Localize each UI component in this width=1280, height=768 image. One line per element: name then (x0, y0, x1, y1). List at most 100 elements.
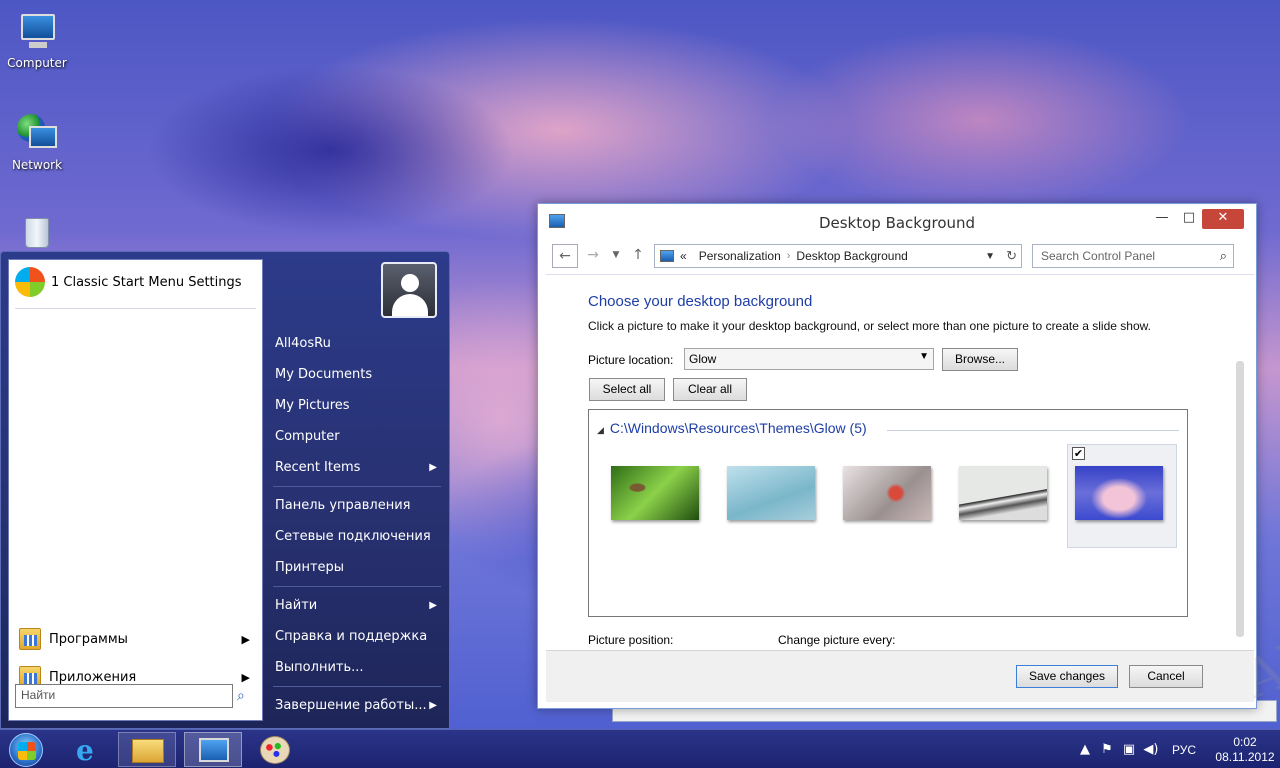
windows-logo-icon (18, 742, 36, 760)
address-dropdown-icon[interactable]: ▼ (985, 251, 995, 262)
desktop-icon-label: Network (11, 158, 63, 172)
divider (273, 686, 441, 687)
dialog-footer: Save changes Cancel (546, 650, 1254, 702)
menu-item-network-connections[interactable]: Сетевые подключения (269, 521, 445, 552)
refresh-icon[interactable]: ↻ (1006, 248, 1017, 264)
forward-button[interactable]: → (580, 244, 606, 268)
desktop-icon-network[interactable]: Network (6, 112, 68, 172)
clock-date: 08.11.2012 (1215, 749, 1275, 764)
menu-label: Выполнить... (275, 660, 364, 675)
breadcrumb-desktop-background[interactable]: Desktop Background (790, 249, 913, 263)
volume-icon[interactable]: ◀) (1140, 742, 1162, 757)
vertical-scrollbar[interactable] (1236, 361, 1244, 637)
recycle-bin-icon (15, 212, 59, 256)
group-header-path: C:\Windows\Resources\Themes\Glow (5) (609, 420, 867, 436)
menu-item-all4osru[interactable]: All4osRu (269, 328, 445, 359)
desktop-icon-label: Computer (7, 56, 67, 70)
page-description: Click a picture to make it your desktop … (588, 319, 1151, 333)
menu-label: Recent Items (275, 460, 361, 475)
search-placeholder: Search Control Panel (1041, 249, 1156, 263)
thumbnail-berries[interactable] (843, 466, 931, 520)
save-changes-button[interactable]: Save changes (1016, 665, 1118, 688)
shutdown-button[interactable]: Завершение работы... ▶ (269, 690, 445, 721)
back-button[interactable]: ← (552, 244, 578, 268)
menu-item-printers[interactable]: Принтеры (269, 552, 445, 583)
control-panel-small-icon (660, 250, 674, 262)
menu-item-computer[interactable]: Computer (269, 421, 445, 452)
action-center-flag-icon[interactable]: ⚑ (1096, 742, 1118, 757)
thumbnail-water-drops[interactable] (727, 466, 815, 520)
thumbnail-checkbox[interactable]: ✔ (1072, 447, 1085, 460)
menu-label: Панель управления (275, 498, 411, 513)
search-icon[interactable]: ⌕ (1220, 248, 1227, 264)
start-menu: 1 Classic Start Menu Settings Программы … (0, 251, 450, 729)
taskbar-file-explorer[interactable] (118, 732, 176, 767)
menu-item-recent-items[interactable]: Recent Items ▶ (269, 452, 445, 483)
start-button[interactable] (9, 733, 43, 767)
picture-gallery: ◢ C:\Windows\Resources\Themes\Glow (5) ✔ (588, 409, 1188, 617)
taskbar-internet-explorer[interactable]: e (60, 732, 118, 767)
network-icon (15, 112, 59, 156)
gallery-group-header[interactable]: ◢ C:\Windows\Resources\Themes\Glow (5) (597, 420, 867, 436)
picture-location-select[interactable]: Glow ▼ (684, 348, 934, 370)
menu-label: Справка и поддержка (275, 629, 428, 644)
close-button[interactable]: ✕ (1202, 209, 1244, 229)
programs-menu-item[interactable]: Программы ▶ (15, 624, 254, 654)
paint-palette-icon (260, 736, 290, 764)
search-icon[interactable]: ⌕ (237, 688, 245, 704)
page-title: Choose your desktop background (588, 293, 813, 310)
submenu-arrow-icon: ▶ (241, 632, 250, 646)
desktop-icon-computer[interactable]: Computer (6, 10, 68, 70)
desktop-background-window: Desktop Background — □ ✕ ← → ▼ ↑ « Perso… (537, 203, 1280, 711)
user-avatar[interactable] (381, 262, 437, 318)
menu-item-run[interactable]: Выполнить... (269, 652, 445, 683)
collapse-triangle-icon[interactable]: ◢ (597, 425, 604, 435)
divider (273, 486, 441, 487)
address-bar[interactable]: « Personalization › Desktop Background ▼… (654, 244, 1022, 268)
thumbnail-grasshopper[interactable] (611, 466, 699, 520)
picture-location-label: Picture location: (588, 353, 674, 367)
system-tray: ▲ ⚑ ▣ ◀) РУС 0:02 08.11.2012 (1074, 730, 1280, 768)
apps-label: Приложения (49, 669, 137, 685)
menu-label: My Pictures (275, 398, 350, 413)
picture-location-value: Glow (689, 352, 717, 366)
menu-item-search[interactable]: Найти ▶ (269, 590, 445, 621)
clear-all-button[interactable]: Clear all (673, 378, 747, 401)
network-status-icon[interactable]: ▣ (1118, 742, 1140, 757)
show-hidden-icons-icon[interactable]: ▲ (1074, 742, 1096, 757)
search-input[interactable]: Search Control Panel ⌕ (1032, 244, 1234, 268)
recent-locations-button[interactable]: ▼ (608, 244, 624, 268)
minimize-button[interactable]: — (1149, 209, 1175, 229)
menu-item-control-panel[interactable]: Панель управления (269, 490, 445, 521)
taskbar-paint[interactable] (246, 732, 304, 767)
title-bar[interactable]: Desktop Background — □ ✕ (538, 204, 1256, 240)
pinned-item-classic-start-settings[interactable]: 1 Classic Start Menu Settings (9, 260, 262, 304)
computer-icon (15, 10, 59, 54)
up-button[interactable]: ↑ (628, 244, 648, 268)
group-divider (887, 430, 1179, 431)
start-menu-left-pane: 1 Classic Start Menu Settings Программы … (8, 259, 263, 721)
menu-label: Computer (275, 429, 340, 444)
taskbar-control-panel[interactable] (184, 732, 242, 767)
input-language-indicator[interactable]: РУС (1172, 743, 1196, 757)
programs-label: Программы (49, 631, 128, 647)
menu-label: My Documents (275, 367, 373, 382)
menu-item-my-documents[interactable]: My Documents (269, 359, 445, 390)
thumbnail-architecture[interactable] (959, 466, 1047, 520)
start-search-input[interactable]: Найти (15, 684, 233, 708)
pinned-item-label: 1 Classic Start Menu Settings (51, 274, 242, 290)
cancel-button[interactable]: Cancel (1129, 665, 1203, 688)
menu-item-my-pictures[interactable]: My Pictures (269, 390, 445, 421)
maximize-button[interactable]: □ (1176, 209, 1202, 229)
thumbnail-pink-clouds[interactable] (1075, 466, 1163, 520)
select-all-button[interactable]: Select all (589, 378, 665, 401)
chevron-down-icon: ▼ (919, 351, 929, 362)
breadcrumb-personalization[interactable]: Personalization (693, 249, 787, 263)
internet-explorer-icon: e (76, 734, 94, 767)
menu-item-help-support[interactable]: Справка и поддержка (269, 621, 445, 652)
breadcrumb-overflow[interactable]: « (674, 249, 693, 263)
browse-button[interactable]: Browse... (942, 348, 1018, 371)
programs-folder-icon (19, 628, 41, 650)
submenu-arrow-icon: ▶ (429, 462, 437, 473)
clock[interactable]: 0:02 08.11.2012 (1210, 735, 1280, 765)
